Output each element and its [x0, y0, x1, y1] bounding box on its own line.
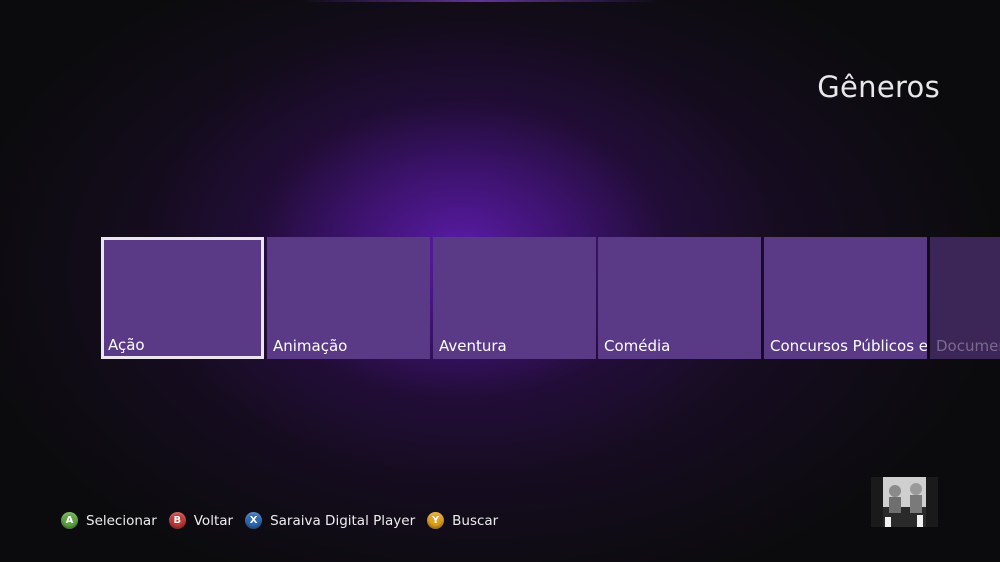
profile-avatar-icon[interactable] — [871, 477, 938, 527]
hint-back[interactable]: B Voltar — [168, 512, 234, 529]
hint-player[interactable]: X Saraiva Digital Player — [245, 512, 415, 529]
genre-tile-label: Comédia — [604, 337, 671, 355]
hint-label: Buscar — [452, 512, 499, 529]
dashboard-screen: Gêneros Ação Animação Aventura Comédia C… — [0, 0, 1000, 562]
x-button-icon: X — [245, 512, 263, 529]
genre-tile-comedia[interactable]: Comédia — [598, 237, 761, 359]
genre-tile-aventura[interactable]: Aventura — [433, 237, 596, 359]
hint-select[interactable]: A Selecionar — [61, 512, 157, 529]
genre-tile-label: Ação — [108, 336, 145, 354]
genre-tile-acao[interactable]: Ação — [101, 237, 264, 359]
hint-label: Voltar — [193, 512, 234, 529]
genre-tile-label: Concursos Públicos e — [770, 337, 927, 355]
genre-tile-documentarios[interactable]: Documen — [930, 237, 1000, 359]
page-title: Gêneros — [817, 70, 940, 104]
hint-search[interactable]: Y Buscar — [427, 512, 498, 529]
genre-tile-label: Documen — [936, 337, 1000, 355]
avatar-image — [871, 477, 938, 527]
hint-label: Saraiva Digital Player — [270, 512, 416, 529]
genre-tile-concursos-publicos[interactable]: Concursos Públicos e — [764, 237, 927, 359]
hint-label: Selecionar — [86, 512, 157, 529]
genre-tile-animacao[interactable]: Animação — [267, 237, 430, 359]
genre-tile-label: Animação — [273, 337, 348, 355]
genre-tile-row: Ação Animação Aventura Comédia Concursos… — [101, 237, 1000, 360]
a-button-icon: A — [61, 512, 78, 529]
y-button-icon: Y — [427, 512, 445, 529]
controller-button-hints: A Selecionar B Voltar X Saraiva Digital … — [61, 512, 510, 529]
b-button-icon: B — [168, 512, 186, 529]
top-accent-line — [300, 0, 660, 2]
genre-tile-label: Aventura — [439, 337, 507, 355]
